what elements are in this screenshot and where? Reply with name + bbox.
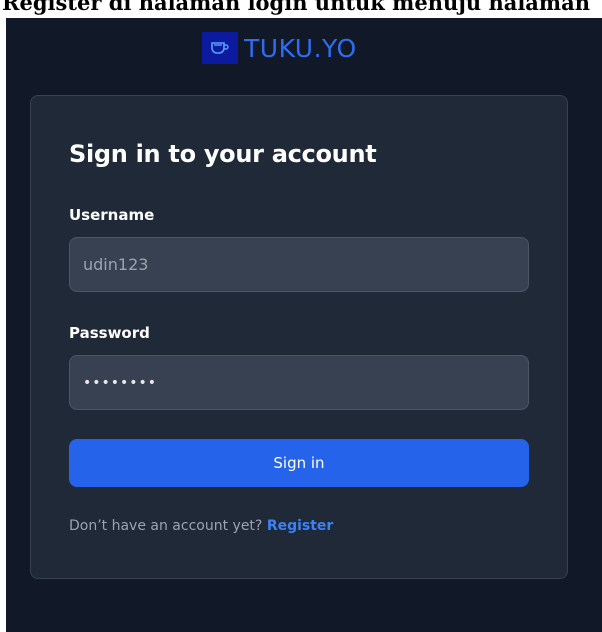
sign-in-button[interactable]: Sign in xyxy=(69,439,529,487)
page-caption: Register di halaman login untuk menuju h… xyxy=(0,0,602,18)
register-link[interactable]: Register xyxy=(267,518,334,534)
login-card: Sign in to your account Username Passwor… xyxy=(30,95,568,579)
password-label: Password xyxy=(69,324,150,342)
username-label: Username xyxy=(69,206,155,224)
brand-name: TUKU.YO xyxy=(244,33,357,63)
username-input[interactable] xyxy=(69,237,529,292)
page-title: Sign in to your account xyxy=(69,140,377,168)
password-input[interactable] xyxy=(69,355,529,410)
brand[interactable]: TUKU.YO xyxy=(202,30,357,66)
register-prompt-text: Don’t have an account yet? xyxy=(69,518,263,534)
register-prompt: Don’t have an account yet? Register xyxy=(69,518,333,534)
login-screen: TUKU.YO Sign in to your account Username… xyxy=(6,18,602,632)
cup-icon xyxy=(211,42,229,54)
caption-text: Register di halaman login untuk menuju h… xyxy=(2,0,591,15)
brand-logo xyxy=(202,32,238,64)
